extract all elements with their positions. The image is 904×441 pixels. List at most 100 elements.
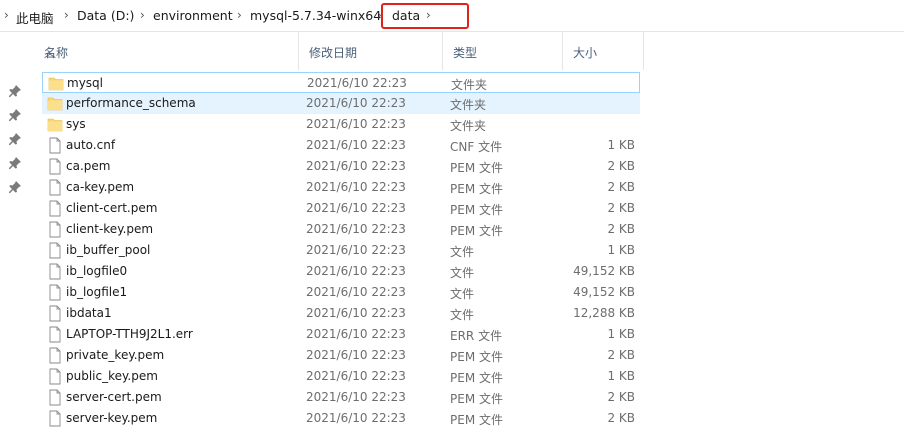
file-icon [49,368,61,385]
breadcrumb-environment[interactable]: environment [153,8,233,23]
file-type: PEM 文件 [450,203,503,217]
pin-icon[interactable] [8,84,22,98]
file-row[interactable]: public_key.pem 2021/6/10 22:23 PEM 文件 1 KB [42,366,640,387]
file-row[interactable]: client-cert.pem 2021/6/10 22:23 PEM 文件 2 KB [42,198,640,219]
breadcrumb: › 此电脑 › Data (D:) › environment › mysql-… [0,0,904,32]
file-size: 2 KB [607,180,635,194]
file-icon [49,221,61,238]
file-icon [49,263,61,280]
column-type[interactable]: 类型 [443,32,563,70]
file-name: client-cert.pem [66,201,158,215]
column-name[interactable]: ︿ 名称 [34,32,299,70]
file-row[interactable]: performance_schema 2021/6/10 22:23 文件夹 [42,93,640,114]
file-icon [49,137,61,154]
file-date: 2021/6/10 22:23 [306,243,406,257]
file-size: 2 KB [607,348,635,362]
pin-icon[interactable] [8,156,22,170]
file-date: 2021/6/10 22:23 [306,201,406,215]
pin-icon[interactable] [8,132,22,146]
file-date: 2021/6/10 22:23 [306,222,406,236]
file-type: 文件夹 [450,98,487,112]
file-name: server-key.pem [66,411,158,425]
column-header: ︿ 名称 修改日期 类型 大小 [34,32,644,70]
file-size: 12,288 KB [573,306,635,320]
file-row[interactable]: ibdata1 2021/6/10 22:23 文件 12,288 KB [42,303,640,324]
file-name: ibdata1 [66,306,112,320]
file-type: PEM 文件 [450,413,503,427]
file-name: LAPTOP-TTH9J2L1.err [66,327,193,341]
file-type: 文件夹 [450,119,487,133]
file-date: 2021/6/10 22:23 [306,117,406,131]
folder-icon [47,97,63,111]
file-name: private_key.pem [66,348,165,362]
column-date-label: 修改日期 [309,46,358,60]
file-name: sys [66,117,86,131]
file-type: PEM 文件 [450,224,503,238]
folder-icon [47,118,63,132]
file-size: 2 KB [607,159,635,173]
file-size: 49,152 KB [573,264,635,278]
file-name: client-key.pem [66,222,154,236]
column-name-label: 名称 [44,46,69,60]
file-type: ERR 文件 [450,329,503,343]
file-icon [49,410,61,427]
file-date: 2021/6/10 22:23 [306,180,406,194]
file-name: performance_schema [66,96,196,110]
file-icon [49,326,61,343]
file-date: 2021/6/10 22:23 [306,138,406,152]
file-icon [49,242,61,259]
file-name: ib_logfile0 [66,264,128,278]
file-icon [49,179,61,196]
file-row[interactable]: LAPTOP-TTH9J2L1.err 2021/6/10 22:23 ERR 文件… [42,324,640,345]
file-row[interactable]: ca-key.pem 2021/6/10 22:23 PEM 文件 2 KB [42,177,640,198]
file-size: 2 KB [607,222,635,236]
chevron-right-icon[interactable]: › [4,8,9,22]
file-size: 2 KB [607,411,635,425]
file-name: ib_buffer_pool [66,243,151,257]
breadcrumb-data-drive[interactable]: Data (D:) [77,8,134,23]
file-row[interactable]: client-key.pem 2021/6/10 22:23 PEM 文件 2 KB [42,219,640,240]
file-row[interactable]: sys 2021/6/10 22:23 文件夹 [42,114,640,135]
file-row[interactable]: private_key.pem 2021/6/10 22:23 PEM 文件 2 KB [42,345,640,366]
file-name: server-cert.pem [66,390,162,404]
file-row[interactable]: server-key.pem 2021/6/10 22:23 PEM 文件 2 KB [42,408,640,429]
file-size: 2 KB [607,390,635,404]
file-date: 2021/6/10 22:23 [306,306,406,320]
pin-icon[interactable] [8,180,22,194]
file-row[interactable]: ca.pem 2021/6/10 22:23 PEM 文件 2 KB [42,156,640,177]
file-size: 1 KB [607,138,635,152]
file-row[interactable]: server-cert.pem 2021/6/10 22:23 PEM 文件 2 KB [42,387,640,408]
file-row[interactable]: ib_buffer_pool 2021/6/10 22:23 文件 1 KB [42,240,640,261]
file-date: 2021/6/10 22:23 [306,96,406,110]
file-name: ib_logfile1 [66,285,128,299]
file-type: PEM 文件 [450,182,503,196]
pin-icon[interactable] [8,108,22,122]
file-name: ca-key.pem [66,180,135,194]
file-date: 2021/6/10 22:23 [306,159,406,173]
column-size[interactable]: 大小 [563,32,644,70]
file-icon [49,389,61,406]
file-date: 2021/6/10 22:23 [306,285,406,299]
file-icon [49,305,61,322]
file-name: mysql [67,76,103,90]
file-date: 2021/6/10 22:23 [306,264,406,278]
breadcrumb-data-folder[interactable]: data [392,8,420,23]
file-date: 2021/6/10 22:23 [307,76,407,90]
chevron-right-icon[interactable]: › [64,8,69,22]
breadcrumb-this-pc[interactable]: 此电脑 [16,8,54,27]
file-type: PEM 文件 [450,350,503,364]
file-type: 文件 [450,287,475,301]
file-size: 1 KB [607,369,635,383]
file-row[interactable]: mysql 2021/6/10 22:23 文件夹 [42,72,640,93]
file-size: 1 KB [607,243,635,257]
file-row[interactable]: ib_logfile0 2021/6/10 22:23 文件 49,152 KB [42,261,640,282]
chevron-right-icon[interactable]: › [140,8,145,22]
column-date[interactable]: 修改日期 [299,32,443,70]
breadcrumb-mysql[interactable]: mysql-5.7.34-winx64 [250,8,381,23]
file-row[interactable]: ib_logfile1 2021/6/10 22:23 文件 49,152 KB [42,282,640,303]
file-row[interactable]: auto.cnf 2021/6/10 22:23 CNF 文件 1 KB [42,135,640,156]
file-date: 2021/6/10 22:23 [306,390,406,404]
chevron-right-icon[interactable]: › [426,8,431,22]
chevron-right-icon[interactable]: › [237,8,242,22]
file-size: 1 KB [607,327,635,341]
